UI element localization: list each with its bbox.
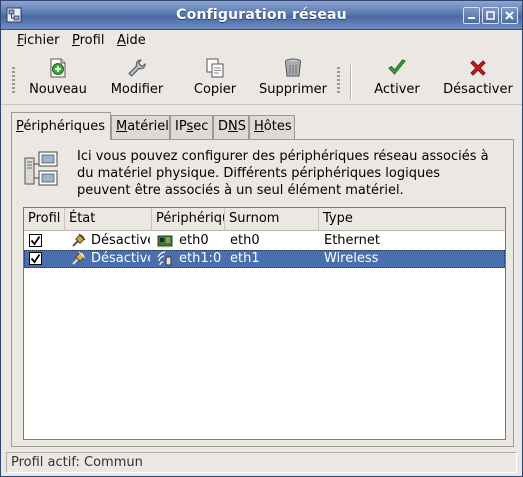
toolbar-grip[interactable] xyxy=(12,67,15,95)
menu-aide[interactable]: Aide xyxy=(117,33,146,48)
trash-icon xyxy=(285,58,301,77)
checkmark-icon xyxy=(388,59,406,75)
toolbar-separator xyxy=(350,65,351,99)
profile-checkbox[interactable] xyxy=(29,234,42,247)
network-devices-icon xyxy=(24,151,58,186)
tab-materiel[interactable]: Matériel xyxy=(111,115,170,139)
column-header-etat[interactable]: État xyxy=(65,208,152,231)
close-button[interactable] xyxy=(501,7,518,24)
maximize-button[interactable] xyxy=(482,7,499,24)
status-bar: Profil actif: Commun xyxy=(6,452,517,473)
new-button[interactable]: Nouveau xyxy=(27,57,89,103)
activate-button[interactable]: Activer xyxy=(373,57,421,103)
column-header-peripherique[interactable]: Périphérique xyxy=(152,208,225,231)
title-bar[interactable]: Configuration réseau xyxy=(1,1,522,30)
device-nickname: eth0 xyxy=(230,233,260,248)
new-icon xyxy=(50,58,66,78)
tab-ipsec[interactable]: IPsec xyxy=(170,115,213,139)
device-name: eth1:0 xyxy=(179,251,222,266)
deactivate-button[interactable]: Désactiver xyxy=(441,57,515,103)
active-profile-status: Profil actif: Commun xyxy=(11,455,143,470)
inactive-plug-icon xyxy=(72,251,86,265)
edit-button[interactable]: Modifier xyxy=(109,57,165,103)
wireless-icon xyxy=(157,251,172,266)
red-x-icon xyxy=(470,60,486,76)
device-state: Désactivé xyxy=(91,251,150,266)
device-row[interactable]: Désactivé eth1:0 eth1 Wireless xyxy=(24,250,505,268)
device-name: eth0 xyxy=(179,233,209,248)
copy-button[interactable]: Copier xyxy=(191,57,239,103)
menu-profil[interactable]: Profil xyxy=(72,33,104,48)
tab-dns[interactable]: DNS xyxy=(213,115,249,139)
minimize-button[interactable] xyxy=(463,7,480,24)
profile-checkbox[interactable] xyxy=(29,252,42,265)
toolbar: Nouveau Modifier Copier Supprimer Active… xyxy=(1,53,522,105)
column-header-profil[interactable]: Profil xyxy=(24,208,65,231)
copy-icon xyxy=(206,58,224,78)
tab-peripheriques[interactable]: Périphériques xyxy=(11,112,111,140)
menu-bar: Fichier Profil Aide xyxy=(1,31,522,51)
device-state: Désactivé xyxy=(91,233,150,248)
delete-button[interactable]: Supprimer xyxy=(259,57,327,103)
device-type: Wireless xyxy=(324,251,379,266)
device-row[interactable]: Désactivé eth0 eth0 Ethernet xyxy=(24,232,505,250)
menu-fichier[interactable]: Fichier xyxy=(17,33,60,48)
network-config-window: Configuration réseau Fichier Profil Aide… xyxy=(0,0,523,477)
ethernet-card-icon xyxy=(157,235,173,248)
device-list-header: Profil État Périphérique Surnom Type xyxy=(24,208,505,231)
column-header-surnom[interactable]: Surnom xyxy=(225,208,319,231)
device-list[interactable]: Profil État Périphérique Surnom Type Dés… xyxy=(23,207,506,440)
devices-panel: Ici vous pouvez configurer des périphéri… xyxy=(11,139,514,447)
toolbar-grip-2[interactable] xyxy=(337,67,340,95)
check-mark-icon xyxy=(30,254,41,264)
tab-hotes[interactable]: Hôtes xyxy=(249,115,295,139)
device-type: Ethernet xyxy=(324,233,380,248)
window-title: Configuration réseau xyxy=(176,7,347,23)
info-description: Ici vous pouvez configurer des périphéri… xyxy=(77,149,489,198)
inactive-plug-icon xyxy=(72,233,86,247)
device-nickname: eth1 xyxy=(230,251,260,266)
check-mark-icon xyxy=(30,236,41,246)
column-header-type[interactable]: Type xyxy=(319,208,505,231)
wrench-icon xyxy=(128,59,146,77)
